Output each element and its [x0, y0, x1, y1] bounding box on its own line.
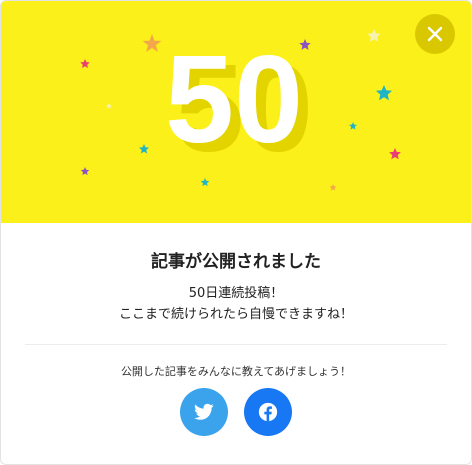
- star-icon: [329, 184, 337, 191]
- dialog-content: 記事が公開されました 50日連続投稿！ ここまで続けられたら自慢できますね！ 公…: [1, 223, 471, 464]
- star-icon: [80, 59, 90, 68]
- praise-message: ここまで続けられたら自慢できますね！: [118, 307, 353, 322]
- close-button[interactable]: [415, 14, 455, 54]
- twitter-bird-icon: [194, 403, 214, 420]
- celebration-graphic: 50 50: [80, 29, 401, 191]
- dialog-title: 記事が公開されました: [151, 252, 321, 272]
- star-icon: [367, 29, 381, 42]
- share-facebook-button[interactable]: [244, 388, 292, 436]
- milestone-number: 50: [165, 31, 303, 169]
- star-icon: [106, 103, 112, 109]
- close-icon: [427, 26, 443, 42]
- share-prompt: 公開した記事をみんなに教えてあげましょう！: [120, 365, 352, 378]
- streak-message: 50日連続投稿！: [188, 286, 284, 301]
- star-icon: [80, 167, 90, 176]
- star-icon: [200, 178, 210, 187]
- facebook-icon: [258, 402, 278, 422]
- star-icon: [349, 122, 357, 130]
- celebration-banner: 50 50: [1, 1, 471, 223]
- share-twitter-button[interactable]: [180, 388, 228, 436]
- star-icon: [389, 148, 401, 160]
- star-icon: [142, 34, 162, 52]
- star-icon: [139, 144, 149, 154]
- published-modal: 50 50 記事が公開されました 50日連続投稿！ ここまで続けられたら自慢でき…: [0, 0, 472, 465]
- divider: [25, 344, 447, 345]
- star-icon: [375, 85, 393, 101]
